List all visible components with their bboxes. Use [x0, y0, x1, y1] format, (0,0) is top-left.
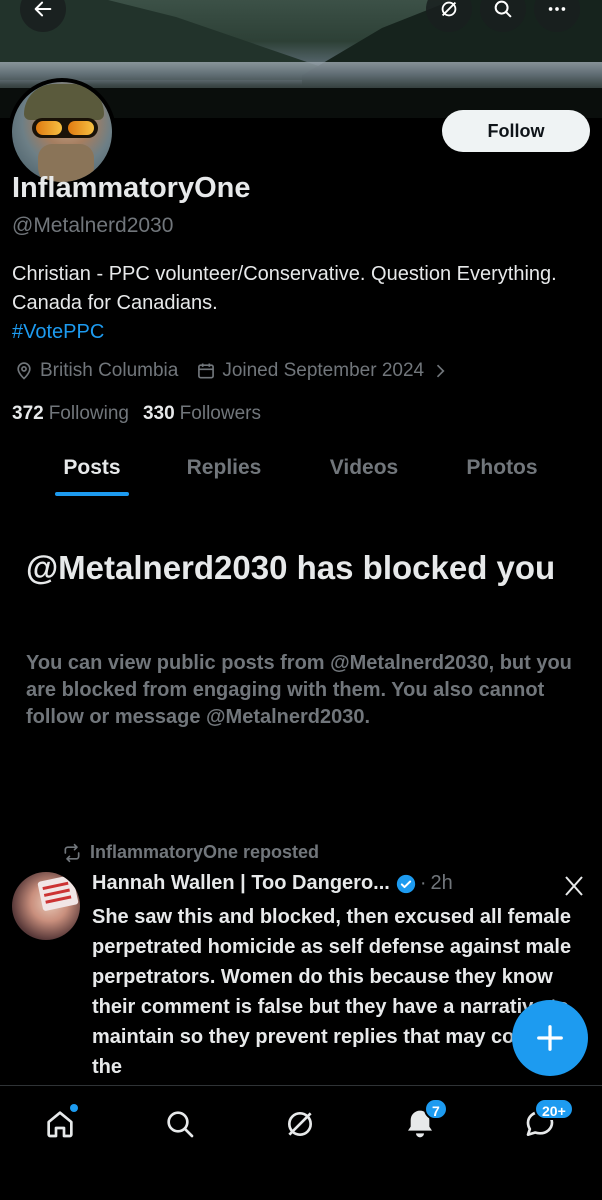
tab-label: Posts [63, 456, 121, 479]
nav-grok[interactable] [280, 1104, 320, 1144]
verified-badge-icon [396, 874, 416, 893]
blocked-description: You can view public posts from @Metalner… [26, 652, 572, 728]
repost-indicator: InflammatoryOne reposted [62, 842, 319, 863]
profile-avatar[interactable] [8, 78, 116, 186]
avatar-sign [37, 874, 79, 912]
avatar-hat [24, 84, 104, 120]
profile-joined[interactable]: Joined September 2024 [196, 360, 450, 382]
profile-meta: British Columbia Joined September 2024 [14, 360, 468, 382]
post-author-avatar[interactable] [12, 872, 80, 940]
location-text: British Columbia [40, 360, 179, 381]
grok-icon [288, 1112, 312, 1136]
repost-icon [64, 843, 80, 862]
arrow-left-icon [34, 1, 52, 17]
joined-text: Joined September 2024 [222, 360, 425, 381]
profile-location: British Columbia [14, 360, 178, 382]
active-tab-indicator [55, 492, 129, 496]
bottom-navigation: 7 20+ [0, 1085, 602, 1200]
nav-notifications[interactable]: 7 [400, 1098, 448, 1144]
bio-text: Christian - PPC volunteer/Conservative. … [12, 263, 557, 314]
followers-count: 330 [142, 403, 175, 424]
following-link[interactable]: 372 Following [12, 403, 129, 425]
tab-label: Videos [329, 456, 399, 479]
avatar-sunglasses [32, 118, 98, 138]
notifications-badge: 7 [424, 1098, 448, 1120]
more-icon [548, 7, 566, 11]
grok-icon [441, 1, 457, 17]
x-logo-icon[interactable] [562, 874, 586, 898]
home-icon [47, 1111, 73, 1138]
post-author-name[interactable]: Hannah Wallen | Too Dangero... [92, 872, 390, 895]
post-time[interactable]: 2h [431, 872, 453, 895]
search-icon [167, 1111, 194, 1138]
display-name: InflammatoryOne [12, 172, 251, 204]
messages-badge: 20+ [534, 1098, 574, 1120]
post-separator: · [419, 872, 427, 894]
nav-search[interactable] [160, 1104, 200, 1144]
tab-label: Replies [186, 456, 262, 479]
plus-icon [537, 1025, 563, 1051]
nav-home[interactable] [40, 1104, 80, 1144]
nav-messages[interactable]: 20+ [520, 1098, 574, 1144]
followers-link[interactable]: 330 Followers [143, 403, 261, 425]
calendar-icon [198, 363, 215, 379]
bio-hashtag-link[interactable]: #VotePPC [12, 318, 597, 347]
tab-label: Photos [466, 456, 538, 479]
repost-label: InflammatoryOne reposted [90, 842, 320, 862]
follow-button[interactable]: Follow [442, 110, 590, 152]
tab-posts[interactable]: Posts [52, 440, 132, 496]
following-label: Following [48, 403, 129, 424]
profile-tabs: Posts Replies Videos Photos [0, 440, 602, 498]
home-unread-dot [70, 1104, 78, 1112]
post-header: Hannah Wallen | Too Dangero... · 2h [92, 872, 453, 895]
following-count: 372 [12, 403, 44, 424]
chevron-right-icon [437, 364, 445, 378]
followers-label: Followers [179, 403, 261, 424]
profile-handle: @Metalnerd2030 [12, 214, 174, 237]
tab-replies[interactable]: Replies [174, 440, 274, 496]
location-pin-icon [17, 362, 31, 380]
tab-videos[interactable]: Videos [314, 440, 414, 496]
tab-photos[interactable]: Photos [452, 440, 552, 496]
compose-button[interactable] [512, 1000, 588, 1076]
profile-bio: Christian - PPC volunteer/Conservative. … [12, 260, 597, 347]
follow-counts: 372 Following 330 Followers [12, 403, 275, 425]
blocked-title: @Metalnerd2030 has blocked you [26, 549, 556, 586]
search-icon [494, 0, 512, 18]
